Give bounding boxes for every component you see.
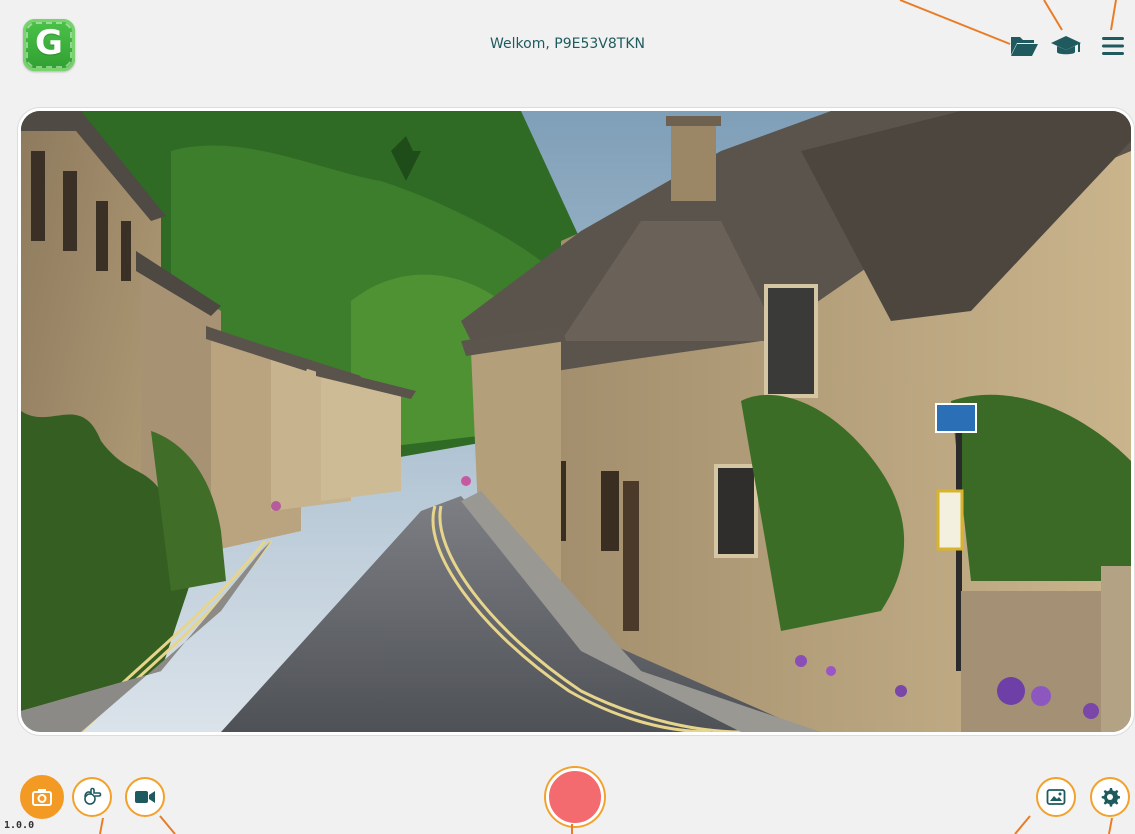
- gallery-button[interactable]: [1036, 777, 1076, 817]
- gear-icon: [1101, 788, 1120, 807]
- gesture-mode-button[interactable]: [72, 777, 112, 817]
- app-version-label: 1.0.0: [4, 820, 35, 831]
- video-camera-icon: [135, 791, 155, 803]
- header-pointer-lines: [899, 0, 1117, 45]
- camera-icon: [32, 789, 52, 806]
- app-header: G Welkom, P9E53V8TKN: [0, 0, 1135, 95]
- settings-button[interactable]: [1090, 777, 1130, 817]
- video-mode-button[interactable]: [125, 777, 165, 817]
- camera-preview-image[interactable]: [18, 108, 1134, 735]
- footer-pointer-lines: [99, 815, 1113, 834]
- image-gallery-icon: [1046, 789, 1066, 805]
- camera-mode-button[interactable]: [20, 775, 64, 819]
- hand-gesture-icon: [84, 787, 102, 805]
- village-street-scene: [21, 111, 1131, 732]
